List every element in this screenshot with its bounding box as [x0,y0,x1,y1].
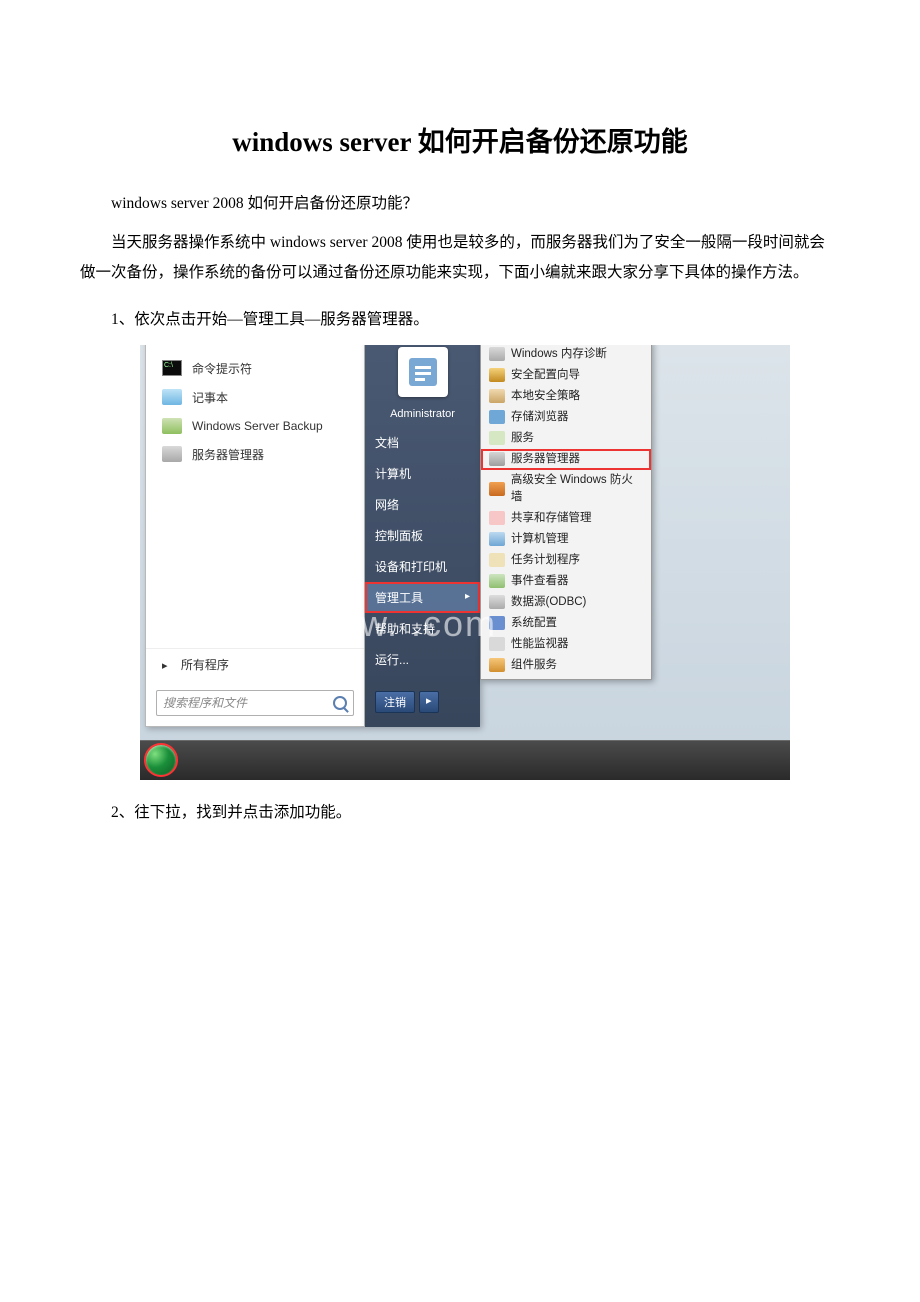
document-title: windows server 如何开启备份还原功能 [80,120,840,159]
admin-tool-item[interactable]: 服务器管理器 [481,449,651,470]
admin-tool-label: 系统配置 [511,615,557,632]
step-2: 2、往下拉，找到并点击添加功能。 [80,798,840,827]
all-programs-label: 所有程序 [181,658,229,672]
nav-devices[interactable]: 设备和打印机 [365,551,480,582]
backup-icon [162,418,182,434]
cmd-icon [162,360,182,376]
notepad-icon [162,389,182,405]
logoff-options-button[interactable]: ▸ [419,691,439,713]
admin-tool-item[interactable]: 系统配置 [481,613,651,634]
recent-item-server-manager[interactable]: 服务器管理器 [160,440,354,469]
admin-tool-label: 存储浏览器 [511,409,569,426]
admin-tool-item[interactable]: 本地安全策略 [481,386,651,407]
mi-compmgmt-icon [489,532,505,546]
mi-mem-icon [489,347,505,361]
nav-network[interactable]: 网络 [365,489,480,520]
step-1: 1、依次点击开始—管理工具—服务器管理器。 [80,305,840,334]
nav-admin-tools[interactable]: 管理工具 [365,582,480,613]
admin-tool-item[interactable]: 计算机管理 [481,529,651,550]
admin-tool-item[interactable]: 高级安全 Windows 防火墙 [481,470,651,508]
taskbar [140,740,790,780]
admin-tool-item[interactable]: 数据源(ODBC) [481,592,651,613]
admin-tool-item[interactable]: 服务 [481,428,651,449]
admin-tool-item[interactable]: 共享和存储管理 [481,508,651,529]
mi-shield-icon [489,368,505,382]
all-programs[interactable]: 所有程序 [146,648,364,680]
admin-tool-label: 服务器管理器 [511,451,580,468]
nav-documents[interactable]: 文档 [365,427,480,458]
admin-tool-item[interactable]: 性能监视器 [481,634,651,655]
recent-item-cmd[interactable]: 命令提示符 [160,354,354,383]
admin-tool-label: 任务计划程序 [511,552,580,569]
admin-tool-item[interactable]: Windows 内存诊断 [481,345,651,365]
admin-tool-label: 性能监视器 [511,636,569,653]
mi-storage-icon [489,410,505,424]
mi-svc-icon [489,431,505,445]
recent-item-backup[interactable]: Windows Server Backup [160,412,354,440]
admin-tool-label: 共享和存储管理 [511,510,592,527]
admin-tool-label: 计算机管理 [511,531,569,548]
intro-body: 当天服务器操作系统中 windows server 2008 使用也是较多的，而… [80,228,840,287]
start-button[interactable] [144,743,178,777]
admin-tool-item[interactable]: 事件查看器 [481,571,651,592]
search-placeholder: 搜索程序和文件 [163,694,247,711]
mi-sys-icon [489,616,505,630]
username-label: Administrator [365,401,480,427]
admin-tool-label: 数据源(ODBC) [511,594,586,611]
recent-item-notepad[interactable]: 记事本 [160,383,354,412]
mi-share-icon [489,511,505,525]
user-avatar [398,347,448,397]
admin-tool-label: 本地安全策略 [511,388,580,405]
mi-odbc-icon [489,595,505,609]
recent-item-label: Windows Server Backup [192,419,323,433]
admin-tool-label: 服务 [511,430,534,447]
search-icon [333,696,347,710]
mi-comp-icon [489,658,505,672]
admin-tool-item[interactable]: 组件服务 [481,655,651,676]
recent-item-label: 服务器管理器 [192,446,264,463]
admin-tool-label: 高级安全 Windows 防火墙 [511,472,643,506]
mi-task-icon [489,553,505,567]
mi-policy-icon [489,389,505,403]
screenshot-start-menu: www. .com 命令提示符 记事本 Windows Server Backu… [140,345,790,780]
admin-tool-label: 事件查看器 [511,573,569,590]
admin-tool-item[interactable]: 存储浏览器 [481,407,651,428]
nav-computer[interactable]: 计算机 [365,458,480,489]
admin-tool-label: Windows 内存诊断 [511,346,607,363]
start-menu-right-panel: Administrator 文档 计算机 网络 控制面板 设备和打印机 管理工具… [365,345,480,727]
nav-control-panel[interactable]: 控制面板 [365,520,480,551]
mi-srvmgr-icon [489,452,505,466]
search-input[interactable]: 搜索程序和文件 [156,690,354,716]
avatar-icon [403,352,443,392]
recent-item-label: 记事本 [192,389,228,406]
admin-tool-item[interactable]: 任务计划程序 [481,550,651,571]
mi-event-icon [489,574,505,588]
recent-item-label: 命令提示符 [192,360,252,377]
admin-tool-label: 组件服务 [511,657,557,674]
nav-help[interactable]: 帮助和支持 [365,613,480,644]
nav-run[interactable]: 运行... [365,644,480,675]
mi-perf-icon [489,637,505,651]
admin-tools-submenu: Windows 内存诊断安全配置向导本地安全策略存储浏览器服务服务器管理器高级安… [480,345,652,680]
mi-fw-icon [489,482,505,496]
admin-tool-item[interactable]: 安全配置向导 [481,365,651,386]
start-menu-left-panel: 命令提示符 记事本 Windows Server Backup 服务器管理器 所… [145,345,365,727]
admin-tool-label: 安全配置向导 [511,367,580,384]
intro-question: windows server 2008 如何开启备份还原功能？ [80,189,840,218]
logoff-button[interactable]: 注销 [375,691,415,713]
server-manager-icon [162,446,182,462]
